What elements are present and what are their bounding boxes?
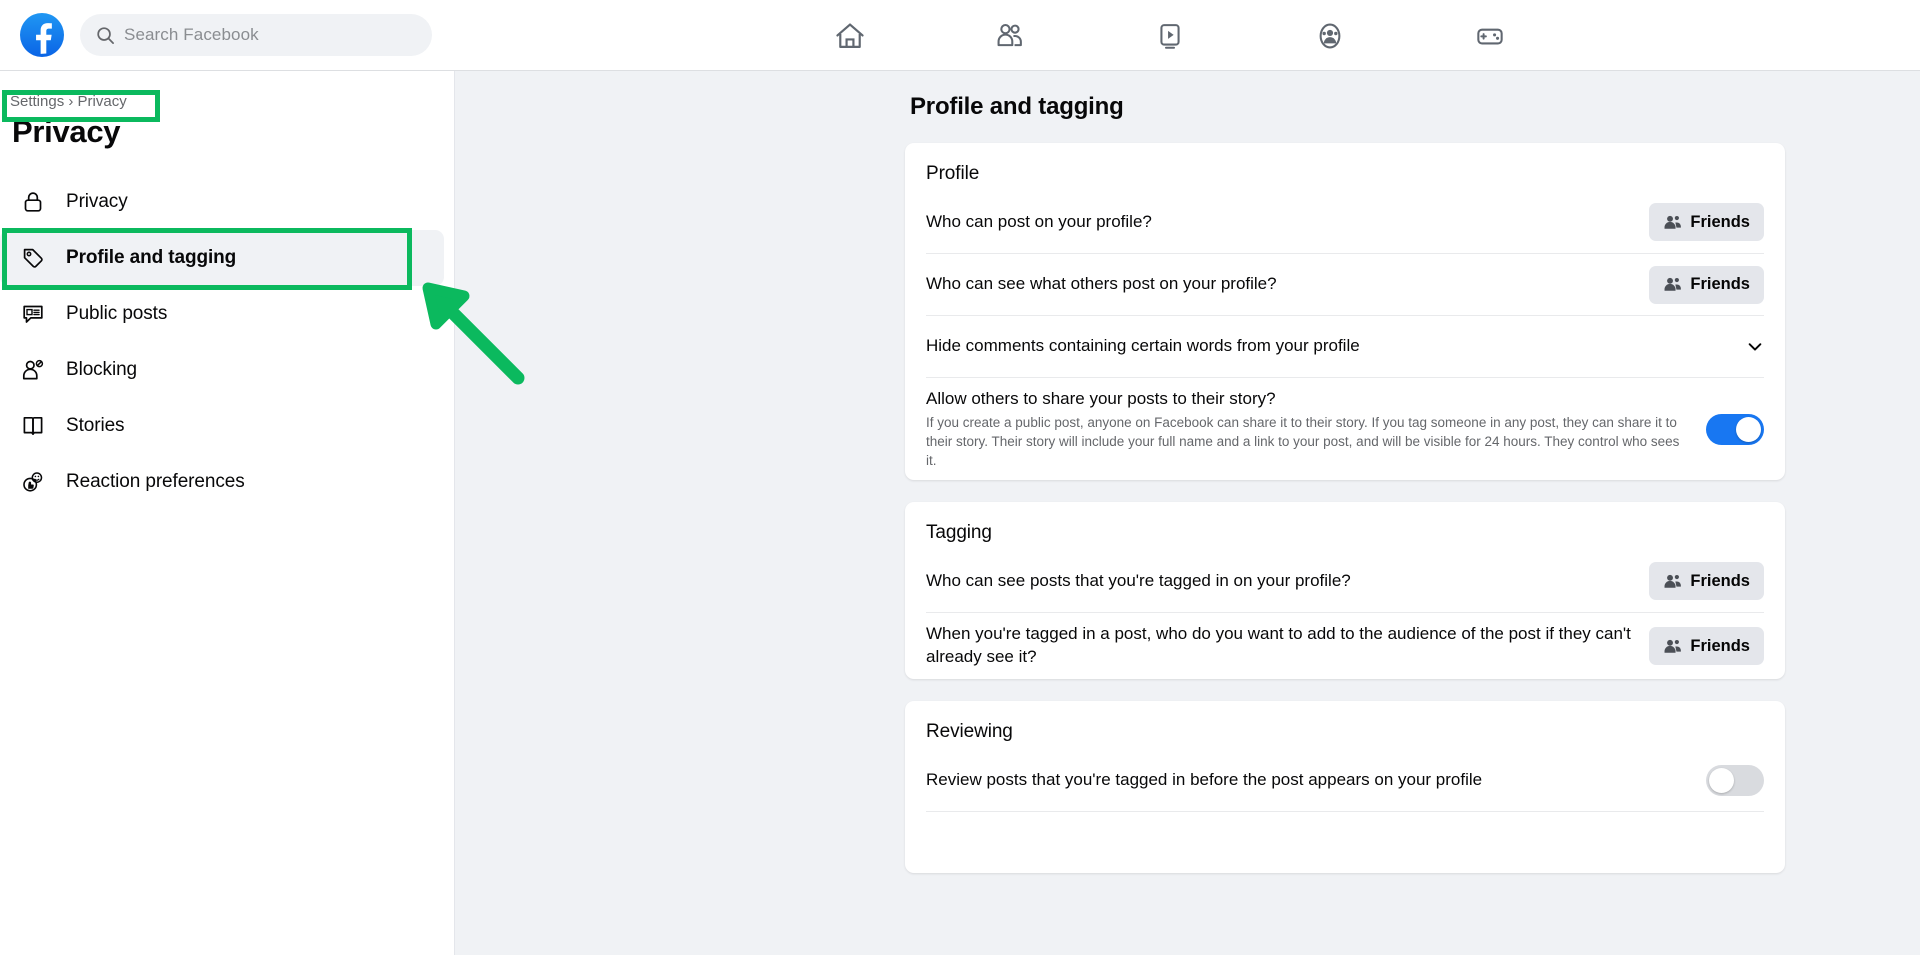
setting-row-text: Who can post on your profile? <box>926 211 1649 234</box>
setting-row-text: Who can see what others post on your pro… <box>926 273 1649 296</box>
sidebar-item-label: Stories <box>66 415 125 436</box>
setting-row-who-can-see-others-posts: Who can see what others post on your pro… <box>926 253 1764 315</box>
sidebar-item-stories[interactable]: Stories <box>0 398 444 454</box>
friends-audience-icon <box>1663 572 1682 591</box>
setting-question: Allow others to share your posts to thei… <box>926 389 1276 408</box>
audience-value: Friends <box>1690 571 1750 590</box>
facebook-logo-icon[interactable] <box>20 13 64 57</box>
top-navigation-bar: Search Facebook <box>0 0 1920 71</box>
profile-section-card: Profile Who can post on your profile? Fr… <box>905 143 1785 481</box>
setting-row-allow-share-to-story: Allow others to share your posts to thei… <box>926 377 1764 480</box>
sidebar-item-label: Privacy <box>66 191 128 212</box>
home-icon[interactable] <box>770 6 930 66</box>
audience-value: Friends <box>1690 636 1750 655</box>
sidebar-item-blocking[interactable]: Blocking <box>0 342 444 398</box>
friends-audience-icon <box>1663 275 1682 294</box>
breadcrumb[interactable]: Settings › Privacy <box>10 93 127 110</box>
main-heading: Profile and tagging <box>910 93 1124 120</box>
setting-row-text: Who can see posts that you're tagged in … <box>926 570 1649 593</box>
friends-icon[interactable] <box>930 6 1090 66</box>
audience-selector-button[interactable]: Friends <box>1649 562 1764 601</box>
chevron-down-icon[interactable] <box>1738 338 1764 356</box>
video-icon[interactable] <box>1090 6 1250 66</box>
setting-row-partially-visible <box>926 811 1764 873</box>
toggle-switch-icon[interactable] <box>1706 413 1764 445</box>
settings-sidebar: Settings › Privacy Privacy Privacy Profi… <box>0 71 455 955</box>
section-heading: Reviewing <box>926 721 1013 743</box>
groups-icon[interactable] <box>1250 6 1410 66</box>
tagging-section-card: Tagging Who can see posts that you're ta… <box>905 502 1785 680</box>
settings-column: Profile and tagging Profile Who can post… <box>905 71 1785 874</box>
page-title: Privacy <box>12 114 121 149</box>
search-icon <box>96 26 115 45</box>
setting-row-who-can-post: Who can post on your profile? Friends <box>926 191 1764 253</box>
setting-row-tagged-post-audience: When you're tagged in a post, who do you… <box>926 612 1764 679</box>
setting-row-text: When you're tagged in a post, who do you… <box>926 623 1649 669</box>
sidebar-item-label: Blocking <box>66 359 138 380</box>
tag-icon <box>14 239 52 277</box>
search-placeholder: Search Facebook <box>124 25 259 44</box>
setting-question: Hide comments containing certain words f… <box>926 336 1360 356</box>
sidebar-item-reaction-preferences[interactable]: Reaction preferences <box>0 454 444 510</box>
page-body: Settings › Privacy Privacy Privacy Profi… <box>0 71 1920 955</box>
block-user-icon <box>14 351 52 389</box>
setting-question: When you're tagged in a post, who do you… <box>926 624 1631 667</box>
setting-question: Who can post on your profile? <box>926 211 1152 231</box>
sidebar-item-privacy[interactable]: Privacy <box>0 174 444 230</box>
nav-icon-group <box>770 0 1570 71</box>
stories-book-icon <box>14 407 52 445</box>
audience-value: Friends <box>1690 275 1750 293</box>
setting-question: Who can see posts that you're tagged in … <box>926 570 1351 590</box>
sidebar-item-label: Public posts <box>66 303 168 324</box>
toggle-knob <box>1709 767 1734 793</box>
sidebar-item-profile-and-tagging[interactable]: Profile and tagging <box>0 230 444 286</box>
friends-audience-icon <box>1663 637 1682 656</box>
audience-selector-button[interactable]: Friends <box>1649 265 1764 304</box>
friends-audience-icon <box>1663 213 1682 232</box>
search-input[interactable]: Search Facebook <box>80 14 432 56</box>
lock-icon <box>14 183 52 221</box>
main-content-area: Profile and tagging Profile Who can post… <box>455 71 1920 955</box>
setting-row-who-can-see-tagged-posts: Who can see posts that you're tagged in … <box>926 550 1764 612</box>
setting-row-hide-comments[interactable]: Hide comments containing certain words f… <box>926 315 1764 377</box>
sidebar-nav-list: Privacy Profile and tagging Public posts… <box>0 174 444 510</box>
audience-selector-button[interactable]: Friends <box>1649 203 1764 241</box>
sidebar-item-label: Profile and tagging <box>66 247 237 268</box>
setting-question: Review posts that you're tagged in befor… <box>926 769 1483 789</box>
setting-question: Who can see what others post on your pro… <box>926 274 1277 294</box>
section-heading: Profile <box>926 163 980 184</box>
sidebar-item-public-posts[interactable]: Public posts <box>0 286 444 342</box>
setting-description: If you create a public post, anyone on F… <box>926 414 1680 469</box>
audience-selector-button[interactable]: Friends <box>1649 627 1764 666</box>
setting-row-text: Review posts that you're tagged in befor… <box>926 769 1706 792</box>
gaming-icon[interactable] <box>1410 6 1570 66</box>
toggle-knob <box>1736 416 1761 442</box>
setting-row-text: Hide comments containing certain words f… <box>926 335 1738 358</box>
sidebar-item-label: Reaction preferences <box>66 471 245 492</box>
audience-value: Friends <box>1690 212 1750 231</box>
reaction-icon <box>14 463 52 501</box>
reviewing-section-card: Reviewing Review posts that you're tagge… <box>905 701 1785 874</box>
public-post-icon <box>14 295 52 333</box>
toggle-switch-icon[interactable] <box>1706 764 1764 796</box>
section-heading: Tagging <box>926 522 992 544</box>
setting-row-review-tagged-posts: Review posts that you're tagged in befor… <box>926 749 1764 811</box>
setting-row-text: Allow others to share your posts to thei… <box>926 388 1706 470</box>
